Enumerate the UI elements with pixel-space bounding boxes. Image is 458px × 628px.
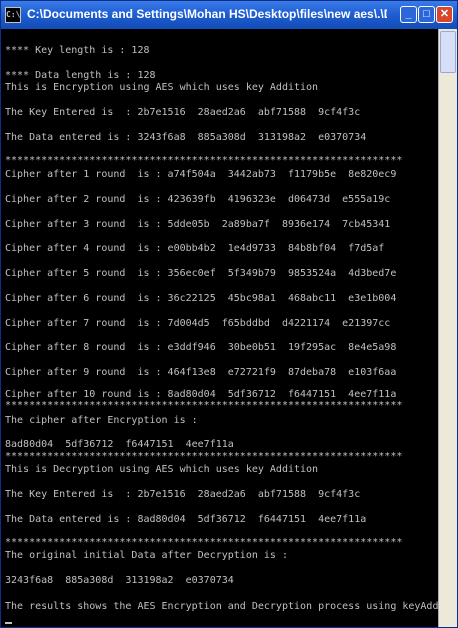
console-line: The Data entered is : 3243f6a8 885a308d …: [5, 132, 367, 143]
console-line: The cipher after Encryption is :: [5, 415, 198, 426]
console-line: Cipher after 9 round is : 464f13e8 e7272…: [5, 367, 397, 378]
separator-line: ****************************************…: [5, 451, 403, 462]
console-line: Cipher after 3 round is : 5dde05b 2a89ba…: [5, 219, 391, 230]
console-window: C:\ C:\Documents and Settings\Mohan HS\D…: [0, 0, 458, 628]
separator-line: ****************************************…: [5, 155, 403, 166]
console-line: This is Decryption using AES which uses …: [5, 464, 319, 475]
console-line: **** Data length is : 128: [5, 70, 156, 81]
scrollbar-thumb[interactable]: [440, 31, 456, 73]
console-line: The Key Entered is : 2b7e1516 28aed2a6 a…: [5, 489, 361, 500]
text-cursor: [5, 622, 12, 624]
minimize-button[interactable]: _: [400, 6, 417, 23]
console-icon[interactable]: C:\: [5, 7, 21, 23]
separator-line: ****************************************…: [5, 537, 403, 548]
console-line: Cipher after 4 round is : e00bb4b2 1e4d9…: [5, 243, 385, 254]
console-line: Cipher after 8 round is : e3ddf946 30be0…: [5, 342, 397, 353]
console-line: 3243f6a8 885a308d 313198a2 e0370734: [5, 575, 234, 586]
window-title: C:\Documents and Settings\Mohan HS\Deskt…: [27, 7, 387, 21]
console-line: Cipher after 7 round is : 7d004d5 f65bdd…: [5, 318, 391, 329]
vertical-scrollbar[interactable]: [438, 29, 457, 627]
console-line: This is Encryption using AES which uses …: [5, 82, 319, 93]
console-line: **** Key length is : 128: [5, 45, 150, 56]
console-line: Cipher after 2 round is : 423639fb 41963…: [5, 194, 391, 205]
console-line: The original initial Data after Decrypti…: [5, 550, 288, 561]
console-line: Cipher after 6 round is : 36c22125 45bc9…: [5, 293, 397, 304]
console-line: Cipher after 1 round is : a74f504a 3442a…: [5, 169, 397, 180]
console-line: The Data entered is : 8ad80d04 5df36712 …: [5, 514, 367, 525]
console-line: Cipher after 5 round is : 356ec0ef 5f349…: [5, 268, 397, 279]
console-output[interactable]: **** Key length is : 128 **** Data lengt…: [1, 29, 439, 627]
console-line: The results shows the AES Encryption and…: [5, 601, 439, 612]
separator-line: ****************************************…: [5, 400, 403, 411]
console-line: The Key Entered is : 2b7e1516 28aed2a6 a…: [5, 107, 361, 118]
console-line: 8ad80d04 5df36712 f6447151 4ee7f11a: [5, 439, 234, 450]
maximize-button[interactable]: □: [418, 6, 435, 23]
title-bar[interactable]: C:\ C:\Documents and Settings\Mohan HS\D…: [1, 1, 457, 29]
close-button[interactable]: ✕: [436, 6, 453, 23]
